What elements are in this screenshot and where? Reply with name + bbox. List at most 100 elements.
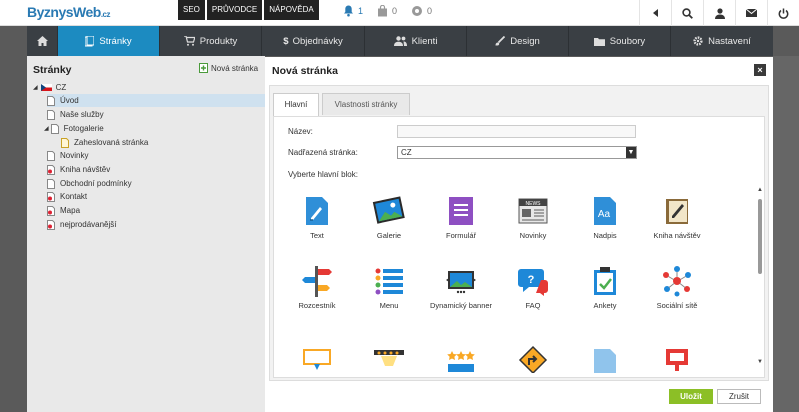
collapse-arrow-icon[interactable]: ◢ bbox=[44, 125, 49, 132]
pages-icon bbox=[85, 35, 95, 46]
cancel-button[interactable]: Zrušit bbox=[717, 389, 761, 404]
tree-item-nejprodavanejsi[interactable]: nejprodávanější bbox=[47, 218, 116, 231]
nav-design[interactable]: Design bbox=[467, 26, 569, 56]
nav-orders[interactable]: $ Objednávky bbox=[262, 26, 365, 56]
menu-icon bbox=[375, 268, 403, 295]
nav-clients[interactable]: Klienti bbox=[365, 26, 467, 56]
top-bar: ByznysWeb.cz SEO PRŮVODCE NÁPOVĚDA 1 0 0 bbox=[0, 0, 799, 26]
tree-item-novinky[interactable]: Novinky bbox=[47, 149, 88, 162]
faq-icon: ? bbox=[518, 269, 548, 296]
orders-count: 0 bbox=[392, 6, 398, 16]
logo[interactable]: ByznysWeb.cz bbox=[27, 4, 111, 20]
block-news[interactable]: NEWS Novinky bbox=[498, 193, 568, 241]
block-row3-4[interactable] bbox=[498, 341, 568, 377]
nav-pages-label: Stránky bbox=[99, 35, 132, 47]
nav-products[interactable]: Produkty bbox=[160, 26, 262, 56]
folder-icon bbox=[593, 37, 605, 46]
parent-label: Nadřazená stránka: bbox=[288, 148, 358, 157]
block-gallery[interactable]: Galerie bbox=[354, 193, 424, 241]
block-dynamic-banner[interactable]: Dynamický banner bbox=[426, 263, 496, 311]
tree-item-fotogalerie[interactable]: ◢ Fotogalerie bbox=[44, 122, 104, 135]
tab-main[interactable]: Hlavní bbox=[273, 93, 319, 117]
page-icon bbox=[47, 95, 55, 106]
logout-button[interactable] bbox=[767, 0, 799, 26]
rating-icon bbox=[447, 351, 475, 372]
tree-item-kontakt[interactable]: Kontakt bbox=[47, 190, 87, 203]
czech-flag-icon bbox=[40, 84, 52, 91]
new-page-dialog: Nová stránka × Hlavní Vlastnosti stránky… bbox=[265, 57, 773, 412]
tree-item-obchodni-podminky[interactable]: Obchodní podmínky bbox=[47, 177, 132, 190]
search-button[interactable] bbox=[671, 0, 703, 26]
new-page-icon bbox=[199, 63, 208, 73]
nav-pages[interactable]: Stránky bbox=[58, 26, 160, 56]
nav-settings[interactable]: Nastavení bbox=[671, 26, 773, 56]
settings-counter[interactable]: 0 bbox=[411, 5, 432, 17]
mail-icon bbox=[746, 9, 757, 17]
tree-item-label: Úvod bbox=[60, 96, 79, 105]
tree-root[interactable]: ◢ CZ bbox=[33, 81, 66, 94]
back-arrow-icon bbox=[652, 9, 658, 17]
block-menu[interactable]: Menu bbox=[354, 263, 424, 311]
back-button[interactable] bbox=[639, 0, 671, 26]
blocks-scrollbar[interactable]: ▲ ▼ bbox=[756, 187, 764, 365]
block-row3-6[interactable] bbox=[642, 341, 712, 377]
nav-home[interactable] bbox=[27, 26, 58, 56]
tab-page-properties[interactable]: Vlastnosti stránky bbox=[322, 93, 410, 115]
hidden-page-icon bbox=[47, 205, 55, 216]
block-guestbook[interactable]: Kniha návštěv bbox=[642, 193, 712, 241]
scroll-down-icon[interactable]: ▼ bbox=[757, 359, 763, 365]
notifications-counter[interactable]: 1 bbox=[343, 5, 363, 17]
block-heading[interactable]: Aa Nadpis bbox=[570, 193, 640, 241]
tree-item-nase-sluzby[interactable]: Naše služby bbox=[47, 108, 104, 121]
banner-icon bbox=[446, 271, 476, 294]
locked-page-icon bbox=[61, 137, 69, 148]
name-label: Název: bbox=[288, 127, 313, 136]
block-row3-3[interactable] bbox=[426, 341, 496, 377]
block-row3-5[interactable] bbox=[570, 341, 640, 377]
block-signpost-label: Rozcestník bbox=[298, 301, 336, 310]
brush-icon bbox=[495, 36, 506, 46]
tab-panel-main: Název: Nadřazená stránka: CZ ▼ Vyberte h… bbox=[273, 116, 765, 378]
scroll-up-icon[interactable]: ▲ bbox=[757, 187, 763, 193]
orders-counter[interactable]: 0 bbox=[377, 5, 397, 17]
user-button[interactable] bbox=[703, 0, 735, 26]
tree-item-uvod[interactable]: Úvod bbox=[47, 94, 265, 107]
tree-item-label: Zaheslovaná stránka bbox=[74, 138, 149, 147]
block-signpost[interactable]: Rozcestník bbox=[282, 263, 352, 311]
guide-link[interactable]: PRŮVODCE bbox=[206, 0, 263, 20]
block-dynamic-banner-label: Dynamický banner bbox=[429, 301, 493, 310]
tree-item-mapa[interactable]: Mapa bbox=[47, 204, 80, 217]
block-row3-2[interactable] bbox=[354, 341, 424, 377]
tree-item-kniha[interactable]: Kniha návštěv bbox=[47, 163, 110, 176]
notifications-count: 1 bbox=[358, 6, 364, 16]
search-icon bbox=[682, 7, 693, 19]
block-faq[interactable]: ? FAQ bbox=[498, 263, 568, 311]
new-page-link[interactable]: Nová stránka bbox=[199, 63, 258, 73]
svg-text:Aa: Aa bbox=[598, 209, 611, 220]
block-news-label: Novinky bbox=[519, 231, 547, 240]
block-text[interactable]: Text bbox=[282, 193, 352, 241]
sidebar-title: Stránky bbox=[33, 64, 72, 76]
block-row3-1[interactable] bbox=[282, 341, 352, 377]
nav-clients-label: Klienti bbox=[411, 35, 438, 47]
block-social[interactable]: Sociální sítě bbox=[642, 263, 712, 311]
parent-select[interactable]: CZ ▼ bbox=[397, 146, 637, 159]
dialog-header: Nová stránka × bbox=[265, 57, 773, 85]
block-poll[interactable]: Ankety bbox=[570, 263, 640, 311]
page-icon bbox=[47, 109, 55, 120]
block-form[interactable]: Formulář bbox=[426, 193, 496, 241]
tree-item-zaheslovana[interactable]: Zaheslovaná stránka bbox=[61, 136, 148, 149]
tree-item-label: Kontakt bbox=[60, 192, 88, 201]
close-button[interactable]: × bbox=[754, 64, 766, 76]
mail-button[interactable] bbox=[735, 0, 767, 26]
stage-icon bbox=[374, 350, 404, 366]
name-input[interactable] bbox=[397, 125, 636, 138]
scroll-thumb[interactable] bbox=[758, 199, 762, 274]
seo-link[interactable]: SEO bbox=[178, 0, 205, 20]
collapse-arrow-icon[interactable]: ◢ bbox=[33, 84, 38, 91]
help-link[interactable]: NÁPOVĚDA bbox=[264, 0, 319, 20]
save-button[interactable]: Uložit bbox=[669, 389, 713, 404]
hidden-page-icon bbox=[47, 191, 55, 202]
nav-products-label: Produkty bbox=[199, 35, 238, 47]
nav-files[interactable]: Soubory bbox=[569, 26, 671, 56]
